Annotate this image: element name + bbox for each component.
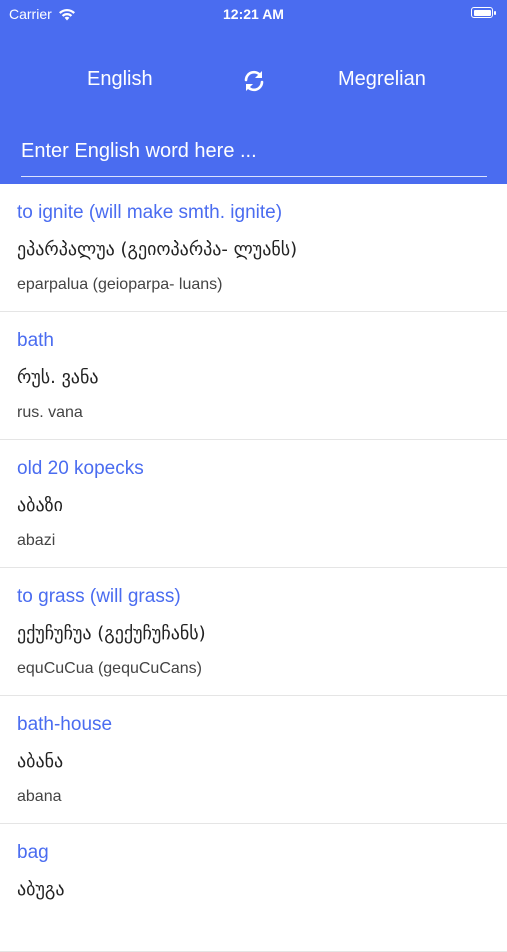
entry-word: bag (17, 842, 49, 863)
list-item[interactable]: to ignite (will make smth. ignite) ეპარპ… (0, 184, 507, 312)
entry-translation: რუს. ვანა (17, 367, 99, 388)
app-header: Carrier 12:21 AM English Megrelian (0, 0, 507, 184)
list-item[interactable]: old 20 kopecks აბაზი abazi (0, 440, 507, 568)
status-time: 12:21 AM (223, 6, 284, 22)
list-item[interactable]: bath რუს. ვანა rus. vana (0, 312, 507, 440)
entry-translation: ექუჩუჩუა (გექუჩუჩანს) (17, 623, 206, 644)
entry-transliteration: rus. vana (17, 404, 83, 421)
list-item[interactable]: bath-house აბანა abana (0, 696, 507, 824)
entry-translation: ეპარპალუა (გეიოპარპა- ლუანს) (17, 239, 298, 260)
target-language-button[interactable]: Megrelian (338, 68, 426, 91)
list-item[interactable]: bag აბუგა (0, 824, 507, 952)
entry-translation: აბანა (17, 751, 64, 772)
list-item[interactable]: to grass (will grass) ექუჩუჩუა (გექუჩუჩა… (0, 568, 507, 696)
swap-arrows-icon[interactable] (241, 68, 267, 94)
entry-transliteration: eparpalua (geioparpa- luans) (17, 276, 223, 293)
battery-level (473, 9, 491, 16)
battery-icon (471, 7, 496, 18)
entry-translation: აბუგა (17, 879, 65, 900)
entry-translation: აბაზი (17, 495, 63, 516)
entry-word: old 20 kopecks (17, 458, 144, 479)
results-list: to ignite (will make smth. ignite) ეპარპ… (0, 184, 507, 952)
source-language-button[interactable]: English (87, 68, 153, 91)
entry-word: bath (17, 330, 54, 351)
entry-word: bath-house (17, 714, 113, 735)
status-bar: Carrier 12:21 AM (0, 0, 507, 28)
search-underline (21, 176, 487, 177)
entry-transliteration: equCuCua (gequCuCans) (17, 660, 202, 677)
entry-transliteration: abazi (17, 532, 56, 549)
entry-word: to grass (will grass) (17, 586, 181, 607)
entry-word: to ignite (will make smth. ignite) (17, 202, 283, 223)
entry-transliteration: abana (17, 788, 62, 805)
search-input[interactable] (21, 136, 487, 166)
